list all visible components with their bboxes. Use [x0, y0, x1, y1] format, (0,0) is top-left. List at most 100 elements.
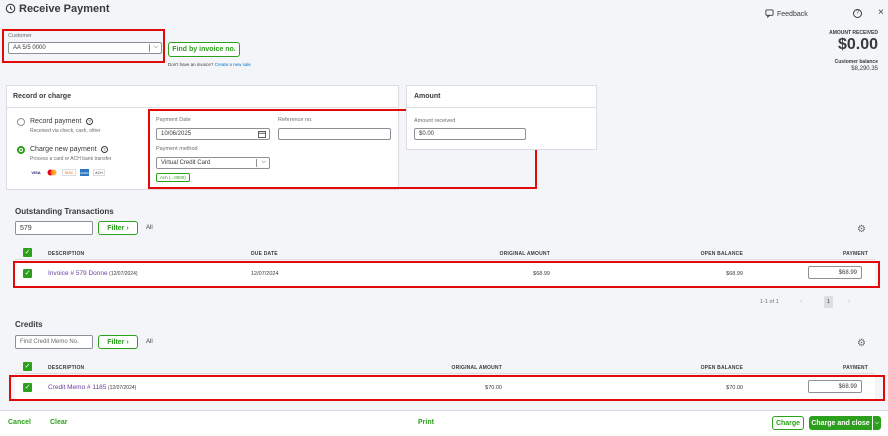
- feedback-button[interactable]: Feedback: [765, 9, 808, 20]
- chevron-down-icon: ⌵: [875, 420, 879, 426]
- col-payment: PAYMENT: [842, 365, 868, 371]
- amount-received-input[interactable]: $0.00: [414, 128, 526, 140]
- col-description: DESCRIPTION: [48, 365, 85, 371]
- payment-method-label: Payment method: [156, 146, 198, 152]
- pagination-prev-icon[interactable]: ‹: [800, 298, 802, 305]
- amount-received-field-label: Amount received: [414, 118, 456, 124]
- credits-search-input[interactable]: Find Credit Memo No.: [15, 335, 93, 349]
- close-icon[interactable]: ×: [878, 7, 884, 18]
- visa-icon: VISA: [31, 170, 41, 175]
- create-sale-link[interactable]: Create a new sale: [215, 62, 251, 67]
- reference-input[interactable]: [278, 128, 391, 140]
- page-title: Receive Payment: [19, 3, 110, 15]
- credits-search-placeholder: Find Credit Memo No.: [20, 339, 79, 345]
- calendar-icon[interactable]: [258, 130, 266, 140]
- settings-gear-icon[interactable]: ⚙: [857, 338, 866, 349]
- help-icon[interactable]: ?: [853, 9, 862, 18]
- info-icon[interactable]: ?: [101, 146, 108, 153]
- settings-gear-icon[interactable]: ⚙: [857, 224, 866, 235]
- feedback-label: Feedback: [777, 11, 808, 18]
- find-by-invoice-button[interactable]: Find by invoice no.: [168, 42, 240, 57]
- customer-value: AA 5/5 0000: [13, 45, 46, 51]
- divider: [407, 107, 596, 108]
- credit-description: Credit Memo # 1185 (12/07/2024): [48, 384, 137, 391]
- payment-date-label: Payment Date: [156, 117, 191, 123]
- footer-bar: [0, 410, 888, 436]
- print-button[interactable]: Print: [418, 419, 434, 426]
- outstanding-search-value: 579: [20, 224, 32, 232]
- record-charge-title: Record or charge: [13, 93, 71, 100]
- col-original-amount: ORIGINAL AMOUNT: [499, 251, 550, 257]
- charge-payment-sub: Process a card or ACH bank transfer: [30, 156, 112, 162]
- amount-received-field-value: $0.00: [419, 131, 435, 137]
- credit-open-balance: $70.00: [726, 385, 743, 391]
- col-original-amount: ORIGINAL AMOUNT: [451, 365, 502, 371]
- outstanding-table-header: [15, 246, 875, 260]
- customer-balance-value: $8,290.35: [851, 66, 878, 72]
- payment-date-input[interactable]: 10/06/2025: [156, 128, 270, 140]
- amex-icon: AMEX: [80, 169, 89, 176]
- pagination-text: 1-1 of 1: [760, 299, 779, 305]
- charge-and-close-button[interactable]: Charge and close: [809, 416, 872, 430]
- amount-received-value: $0.00: [837, 36, 878, 53]
- row-checkbox[interactable]: ✓: [23, 383, 32, 392]
- invoice-payment-value: $68.99: [838, 269, 857, 276]
- charge-payment-radio[interactable]: [17, 146, 25, 154]
- history-icon[interactable]: [5, 3, 16, 14]
- record-payment-radio[interactable]: [17, 118, 25, 126]
- invoice-original-amount: $68.99: [533, 271, 550, 277]
- record-payment-label: Record payment: [30, 118, 82, 125]
- credit-payment-value: $68.99: [838, 383, 857, 390]
- invoice-payment-input[interactable]: $68.99: [808, 266, 862, 279]
- invoice-link[interactable]: Invoice # 579 Donne: [48, 270, 108, 277]
- col-description: DESCRIPTION: [48, 251, 85, 257]
- customer-balance-label: Customer balance: [834, 59, 878, 65]
- col-due-date: DUE DATE: [251, 251, 278, 257]
- card-brands: VISA DISC AMEX ACH: [30, 169, 105, 176]
- col-open-balance: OPEN BALANCE: [700, 251, 743, 257]
- pagination-page[interactable]: 1: [824, 296, 833, 308]
- credits-title: Credits: [15, 320, 43, 329]
- select-all-credits-checkbox[interactable]: ✓: [23, 362, 32, 371]
- row-checkbox[interactable]: ✓: [23, 269, 32, 278]
- chevron-right-icon: ›: [126, 224, 129, 232]
- ach-badge: Ach (...0000): [156, 173, 190, 182]
- chevron-right-icon: ›: [126, 338, 129, 346]
- chevron-down-icon: ⌵: [261, 159, 266, 165]
- feedback-icon: [765, 9, 774, 20]
- divider: [7, 107, 398, 108]
- outstanding-title: Outstanding Transactions: [15, 207, 114, 216]
- ach-icon: ACH: [93, 169, 105, 176]
- credit-memo-link[interactable]: Credit Memo # 1185: [48, 384, 106, 391]
- amount-title: Amount: [414, 93, 441, 100]
- record-payment-sub: Received via check, cash, other: [30, 128, 101, 134]
- chevron-down-icon: ⌵: [153, 44, 158, 50]
- clear-button[interactable]: Clear: [50, 419, 68, 426]
- customer-select[interactable]: AA 5/5 0000 ⌵: [8, 42, 162, 54]
- payment-method-select[interactable]: Virtual Credit Card ⌵: [156, 157, 270, 169]
- no-invoice-text: Don't have an invoice? Create a new sale: [168, 62, 251, 67]
- payment-date-value: 10/06/2025: [161, 131, 192, 137]
- discover-icon: DISC: [62, 169, 76, 176]
- reference-label: Reference no.: [278, 117, 313, 123]
- customer-label: Customer: [8, 33, 32, 39]
- pagination-next-icon[interactable]: ›: [848, 298, 850, 305]
- invoice-description: Invoice # 579 Donne (12/07/2024): [48, 270, 138, 277]
- payment-method-value: Virtual Credit Card: [161, 160, 211, 166]
- credits-all-label: All: [146, 339, 153, 345]
- col-payment: PAYMENT: [842, 251, 868, 257]
- outstanding-search-input[interactable]: 579: [15, 221, 93, 235]
- table-row: [15, 262, 875, 286]
- info-icon[interactable]: ?: [86, 118, 93, 125]
- charge-button[interactable]: Charge: [772, 416, 804, 430]
- cancel-button[interactable]: Cancel: [8, 419, 31, 426]
- charge-options-dropdown[interactable]: ⌵: [873, 416, 881, 430]
- credits-filter-button[interactable]: Filter ›: [98, 335, 138, 349]
- outstanding-filter-button[interactable]: Filter ›: [98, 221, 138, 235]
- credit-payment-input[interactable]: $68.99: [808, 380, 862, 393]
- table-row: [15, 376, 875, 400]
- col-open-balance: OPEN BALANCE: [700, 365, 743, 371]
- credits-table-header: [15, 360, 875, 374]
- invoice-due-date: 12/07/2024: [251, 271, 279, 277]
- select-all-checkbox[interactable]: ✓: [23, 248, 32, 257]
